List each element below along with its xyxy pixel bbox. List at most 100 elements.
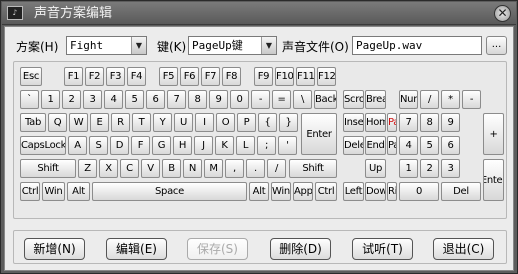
key-f10[interactable]: F10 — [275, 67, 294, 86]
key-lshift[interactable]: Shift — [20, 159, 76, 178]
key-f7[interactable]: F7 — [201, 67, 220, 86]
key-b[interactable]: B — [162, 159, 181, 178]
key-combo[interactable]: PageUp键 ▼ — [188, 36, 277, 55]
delete-button[interactable]: 删除(D) — [270, 238, 331, 260]
browse-button[interactable]: ... — [486, 36, 507, 55]
scheme-combo[interactable]: Fight ▼ — [66, 36, 147, 55]
key-right[interactable]: Right — [387, 182, 397, 201]
key-scroll[interactable]: Scroll — [343, 90, 364, 109]
key-period[interactable]: . — [246, 159, 265, 178]
key-np_enter[interactable]: Enter — [483, 159, 504, 201]
key-x[interactable]: X — [99, 159, 118, 178]
key-capslock[interactable]: CapsLock — [20, 136, 66, 155]
chevron-down-icon[interactable]: ▼ — [131, 37, 146, 54]
chevron-down-icon[interactable]: ▼ — [261, 37, 276, 54]
key-ralt[interactable]: Alt — [249, 182, 269, 201]
key-rctrl[interactable]: Ctrl — [315, 182, 337, 201]
key-y[interactable]: Y — [153, 113, 172, 132]
key-equals[interactable]: = — [272, 90, 291, 109]
key-f5[interactable]: F5 — [159, 67, 178, 86]
key-np5[interactable]: 5 — [420, 136, 439, 155]
key-home[interactable]: Home — [365, 113, 386, 132]
key-rwin[interactable]: Win — [271, 182, 291, 201]
key-d3[interactable]: 3 — [83, 90, 102, 109]
key-f9[interactable]: F9 — [254, 67, 273, 86]
key-np_del[interactable]: Del — [441, 182, 481, 201]
key-v[interactable]: V — [141, 159, 160, 178]
key-minus[interactable]: - — [251, 90, 270, 109]
key-np8[interactable]: 8 — [420, 113, 439, 132]
key-f4[interactable]: F4 — [127, 67, 146, 86]
save-button[interactable]: 保存(S) — [187, 238, 248, 260]
key-np1[interactable]: 1 — [399, 159, 418, 178]
key-k[interactable]: K — [215, 136, 234, 155]
edit-button[interactable]: 编辑(E) — [106, 238, 167, 260]
key-enter[interactable]: Enter — [301, 113, 337, 155]
key-np2[interactable]: 2 — [420, 159, 439, 178]
key-rshift[interactable]: Shift — [289, 159, 337, 178]
key-np0[interactable]: 0 — [399, 182, 439, 201]
key-tab[interactable]: Tab — [20, 113, 46, 132]
key-d9[interactable]: 9 — [209, 90, 228, 109]
key-q[interactable]: Q — [48, 113, 67, 132]
key-d5[interactable]: 5 — [125, 90, 144, 109]
key-f12[interactable]: F12 — [317, 67, 336, 86]
key-delete[interactable]: Delete — [343, 136, 364, 155]
key-break[interactable]: Break — [365, 90, 386, 109]
key-lbracket[interactable]: { — [258, 113, 277, 132]
key-d8[interactable]: 8 — [188, 90, 207, 109]
key-np_mul[interactable]: * — [441, 90, 460, 109]
title-bar[interactable]: ♪ 声音方案编辑 ✕ — [2, 2, 516, 25]
key-down[interactable]: Down — [365, 182, 386, 201]
key-np4[interactable]: 4 — [399, 136, 418, 155]
key-np_div[interactable]: / — [420, 90, 439, 109]
key-n[interactable]: N — [183, 159, 202, 178]
key-np3[interactable]: 3 — [441, 159, 460, 178]
key-backspace[interactable]: Back — [314, 90, 337, 109]
key-app[interactable]: App — [293, 182, 313, 201]
key-a[interactable]: A — [68, 136, 87, 155]
key-s[interactable]: S — [89, 136, 108, 155]
key-j[interactable]: J — [194, 136, 213, 155]
new-button[interactable]: 新增(N) — [24, 238, 85, 260]
key-z[interactable]: Z — [78, 159, 97, 178]
key-quote[interactable]: ' — [278, 136, 297, 155]
key-e[interactable]: E — [90, 113, 109, 132]
key-slash[interactable]: / — [267, 159, 286, 178]
key-d6[interactable]: 6 — [146, 90, 165, 109]
key-lctrl[interactable]: Ctrl — [20, 182, 40, 201]
key-p[interactable]: P — [237, 113, 256, 132]
key-f8[interactable]: F8 — [222, 67, 241, 86]
close-button[interactable]: ✕ — [494, 5, 511, 22]
key-esc[interactable]: Esc — [20, 67, 42, 86]
key-h[interactable]: H — [173, 136, 192, 155]
key-d0[interactable]: 0 — [230, 90, 249, 109]
key-l[interactable]: L — [236, 136, 255, 155]
key-c[interactable]: C — [120, 159, 139, 178]
key-left[interactable]: Left — [343, 182, 364, 201]
key-w[interactable]: W — [69, 113, 88, 132]
key-r[interactable]: R — [111, 113, 130, 132]
key-f11[interactable]: F11 — [296, 67, 315, 86]
key-f3[interactable]: F3 — [106, 67, 125, 86]
key-backslash[interactable]: \ — [293, 90, 312, 109]
listen-button[interactable]: 试听(T) — [352, 238, 413, 260]
key-semicolon[interactable]: ; — [257, 136, 276, 155]
key-i[interactable]: I — [195, 113, 214, 132]
key-np_add[interactable]: + — [483, 113, 504, 155]
exit-button[interactable]: 退出(C) — [433, 238, 494, 260]
key-d1[interactable]: 1 — [41, 90, 60, 109]
key-lalt[interactable]: Alt — [67, 182, 90, 201]
key-lwin[interactable]: Win — [42, 182, 65, 201]
key-f[interactable]: F — [131, 136, 150, 155]
key-o[interactable]: O — [216, 113, 235, 132]
key-f1[interactable]: F1 — [64, 67, 83, 86]
key-np9[interactable]: 9 — [441, 113, 460, 132]
key-pageup[interactable]: Page Up — [387, 113, 397, 132]
key-f6[interactable]: F6 — [180, 67, 199, 86]
key-d7[interactable]: 7 — [167, 90, 186, 109]
key-g[interactable]: G — [152, 136, 171, 155]
key-d4[interactable]: 4 — [104, 90, 123, 109]
sound-file-field[interactable]: PageUp.wav — [352, 36, 482, 55]
key-up[interactable]: Up — [365, 159, 386, 178]
